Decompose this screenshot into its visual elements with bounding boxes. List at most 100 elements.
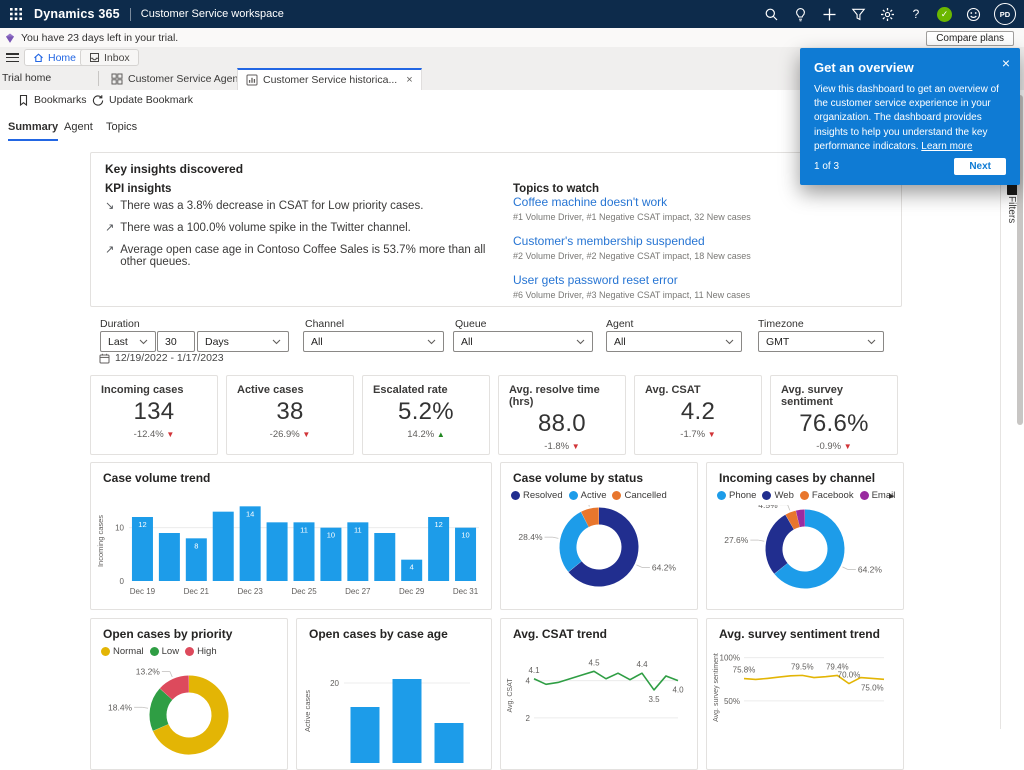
svg-text:4.1: 4.1	[528, 666, 540, 675]
open-cases-by-case-age-chart[interactable]: 20Active cases	[300, 645, 488, 770]
duration-value-input[interactable]: 30	[157, 331, 195, 352]
kpi-delta-value: -26.9%	[270, 429, 303, 440]
topics-list: Coffee machine doesn't work#1 Volume Dri…	[513, 195, 883, 312]
svg-text:11: 11	[300, 525, 308, 534]
legend-dot	[569, 491, 578, 500]
avg-csat-trend-chart[interactable]: 24Avg. CSAT4.14.54.43.54.0	[504, 645, 694, 759]
trend-down-icon: ▼	[844, 442, 852, 451]
svg-text:10: 10	[115, 524, 124, 533]
legend-item-active[interactable]: Active	[569, 490, 607, 501]
legend-item-high[interactable]: High	[185, 646, 217, 657]
legend-item-resolved[interactable]: Resolved	[511, 490, 563, 501]
chevron-down-icon	[576, 339, 585, 345]
queue-dropdown[interactable]: All	[453, 331, 593, 352]
legend-item-low[interactable]: Low	[150, 646, 179, 657]
timezone-value: GMT	[766, 336, 789, 348]
svg-text:75.8%: 75.8%	[733, 666, 756, 675]
feedback-smiley-icon[interactable]	[965, 6, 981, 22]
bookmarks-button[interactable]: Bookmarks	[18, 94, 87, 106]
product-title[interactable]: Dynamics 365	[34, 7, 120, 21]
duration-unit-dropdown[interactable]: Days	[197, 331, 289, 352]
topics-to-watch-title: Topics to watch	[513, 183, 599, 195]
inbox-icon	[89, 52, 100, 63]
settings-gear-icon[interactable]	[879, 6, 895, 22]
compare-plans-button[interactable]: Compare plans	[926, 31, 1014, 46]
tab-home[interactable]: Home	[24, 49, 85, 66]
svg-text:4: 4	[410, 563, 414, 572]
key-insights-card: Key insights discovered KPI insights ↘Th…	[90, 152, 902, 307]
pivot-topics[interactable]: Topics	[106, 121, 137, 139]
user-avatar[interactable]: PD	[994, 3, 1016, 25]
kpi-label: Incoming cases	[101, 384, 217, 396]
kpi-row: Incoming cases134-12.4% ▼Active cases38-…	[90, 375, 920, 457]
popup-close-icon[interactable]: ×	[1002, 55, 1010, 71]
pivot-summary[interactable]: Summary	[8, 121, 58, 141]
tab-historical-analytics[interactable]: Customer Service historica... ×	[237, 68, 422, 90]
timezone-dropdown[interactable]: GMT	[758, 331, 884, 352]
hamburger-menu-icon[interactable]	[6, 53, 19, 62]
svg-text:20: 20	[330, 679, 339, 688]
add-icon[interactable]	[821, 6, 837, 22]
chart-title: Avg. survey sentiment trend	[719, 627, 880, 641]
incoming-cases-by-channel-donut[interactable]: 64.2%27.6%4.5%	[707, 505, 903, 607]
svg-text:28.4%: 28.4%	[518, 532, 543, 542]
priority-legend: Normal Low High	[101, 646, 217, 657]
popup-next-button[interactable]: Next	[954, 158, 1006, 175]
case-volume-by-status-donut[interactable]: 64.2%28.4%7.5%	[501, 505, 697, 607]
insight-text: There was a 100.0% volume spike in the T…	[120, 222, 411, 234]
svg-text:0: 0	[120, 577, 125, 586]
avg-survey-sentiment-trend-chart[interactable]: 50%100%Avg. survey sentiment75.8%79.5%79…	[710, 645, 900, 759]
pivot-agent[interactable]: Agent	[64, 121, 93, 139]
trend-down-icon: ▼	[572, 442, 580, 451]
tab-historical-analytics-label: Customer Service historica...	[263, 74, 397, 86]
svg-text:79.5%: 79.5%	[791, 662, 814, 671]
filters-pane-toggle[interactable]: Filters	[1002, 196, 1017, 223]
duration-last-value: Last	[108, 336, 128, 348]
svg-text:4.0: 4.0	[672, 686, 684, 695]
kpi-card-incoming-cases: Incoming cases134-12.4% ▼	[90, 375, 218, 455]
svg-text:70.0%: 70.0%	[838, 671, 861, 680]
channel-value: All	[311, 336, 323, 348]
topic-link[interactable]: Coffee machine doesn't work	[513, 195, 883, 209]
date-range-display[interactable]: 12/19/2022 - 1/17/2023	[99, 352, 224, 364]
help-icon[interactable]: ?	[908, 6, 924, 22]
legend-item-facebook[interactable]: Facebook	[800, 490, 854, 501]
legend-item-web[interactable]: Web	[762, 490, 793, 501]
topic-link[interactable]: Customer's membership suspended	[513, 234, 883, 248]
legend-overflow-arrow-icon[interactable]: ▶	[889, 492, 894, 500]
topic-link[interactable]: User gets password reset error	[513, 273, 883, 287]
svg-text:8: 8	[194, 541, 198, 550]
svg-text:13.2%: 13.2%	[136, 667, 161, 677]
agent-dropdown[interactable]: All	[606, 331, 742, 352]
chart-card-case-volume-by-status: Case volume by status ResolvedActiveCanc…	[500, 462, 698, 610]
chart-title: Open cases by case age	[309, 627, 448, 641]
tab-inbox[interactable]: Inbox	[80, 49, 139, 66]
chevron-down-icon	[427, 339, 436, 345]
topic-meta: #6 Volume Driver, #3 Negative CSAT impac…	[513, 290, 883, 300]
legend-item-cancelled[interactable]: Cancelled	[612, 490, 666, 501]
legend-item-normal[interactable]: Normal	[101, 646, 144, 657]
svg-text:Dec 25: Dec 25	[291, 587, 317, 596]
kpi-value: 88.0	[499, 410, 625, 438]
close-tab-icon[interactable]: ×	[406, 74, 412, 86]
insight-text: There was a 3.8% decrease in CSAT for Lo…	[120, 200, 423, 212]
top-navbar: Dynamics 365 Customer Service workspace …	[0, 0, 1024, 28]
channel-dropdown[interactable]: All	[303, 331, 444, 352]
update-bookmark-button[interactable]: Update Bookmark	[92, 94, 193, 106]
waffle-icon[interactable]	[8, 6, 24, 22]
tab-home-label: Home	[48, 52, 76, 64]
lightbulb-icon[interactable]	[792, 6, 808, 22]
svg-text:27.6%: 27.6%	[724, 535, 749, 545]
topic-meta: #2 Volume Driver, #2 Negative CSAT impac…	[513, 251, 883, 261]
kpi-value: 4.2	[635, 398, 761, 426]
case-volume-trend-chart[interactable]: 010Incoming cases12Dec 198Dec 2114Dec 23…	[93, 489, 489, 607]
duration-last-dropdown[interactable]: Last	[100, 331, 156, 352]
presence-check-icon[interactable]: ✓	[937, 7, 952, 22]
search-icon[interactable]	[763, 6, 779, 22]
learn-more-link[interactable]: Learn more	[921, 141, 972, 152]
kpi-value: 5.2%	[363, 398, 489, 426]
legend-dot	[150, 647, 159, 656]
filter-funnel-icon[interactable]	[850, 6, 866, 22]
legend-item-phone[interactable]: Phone	[717, 490, 756, 501]
open-cases-by-priority-donut[interactable]: 18.4%13.2%	[91, 659, 287, 769]
